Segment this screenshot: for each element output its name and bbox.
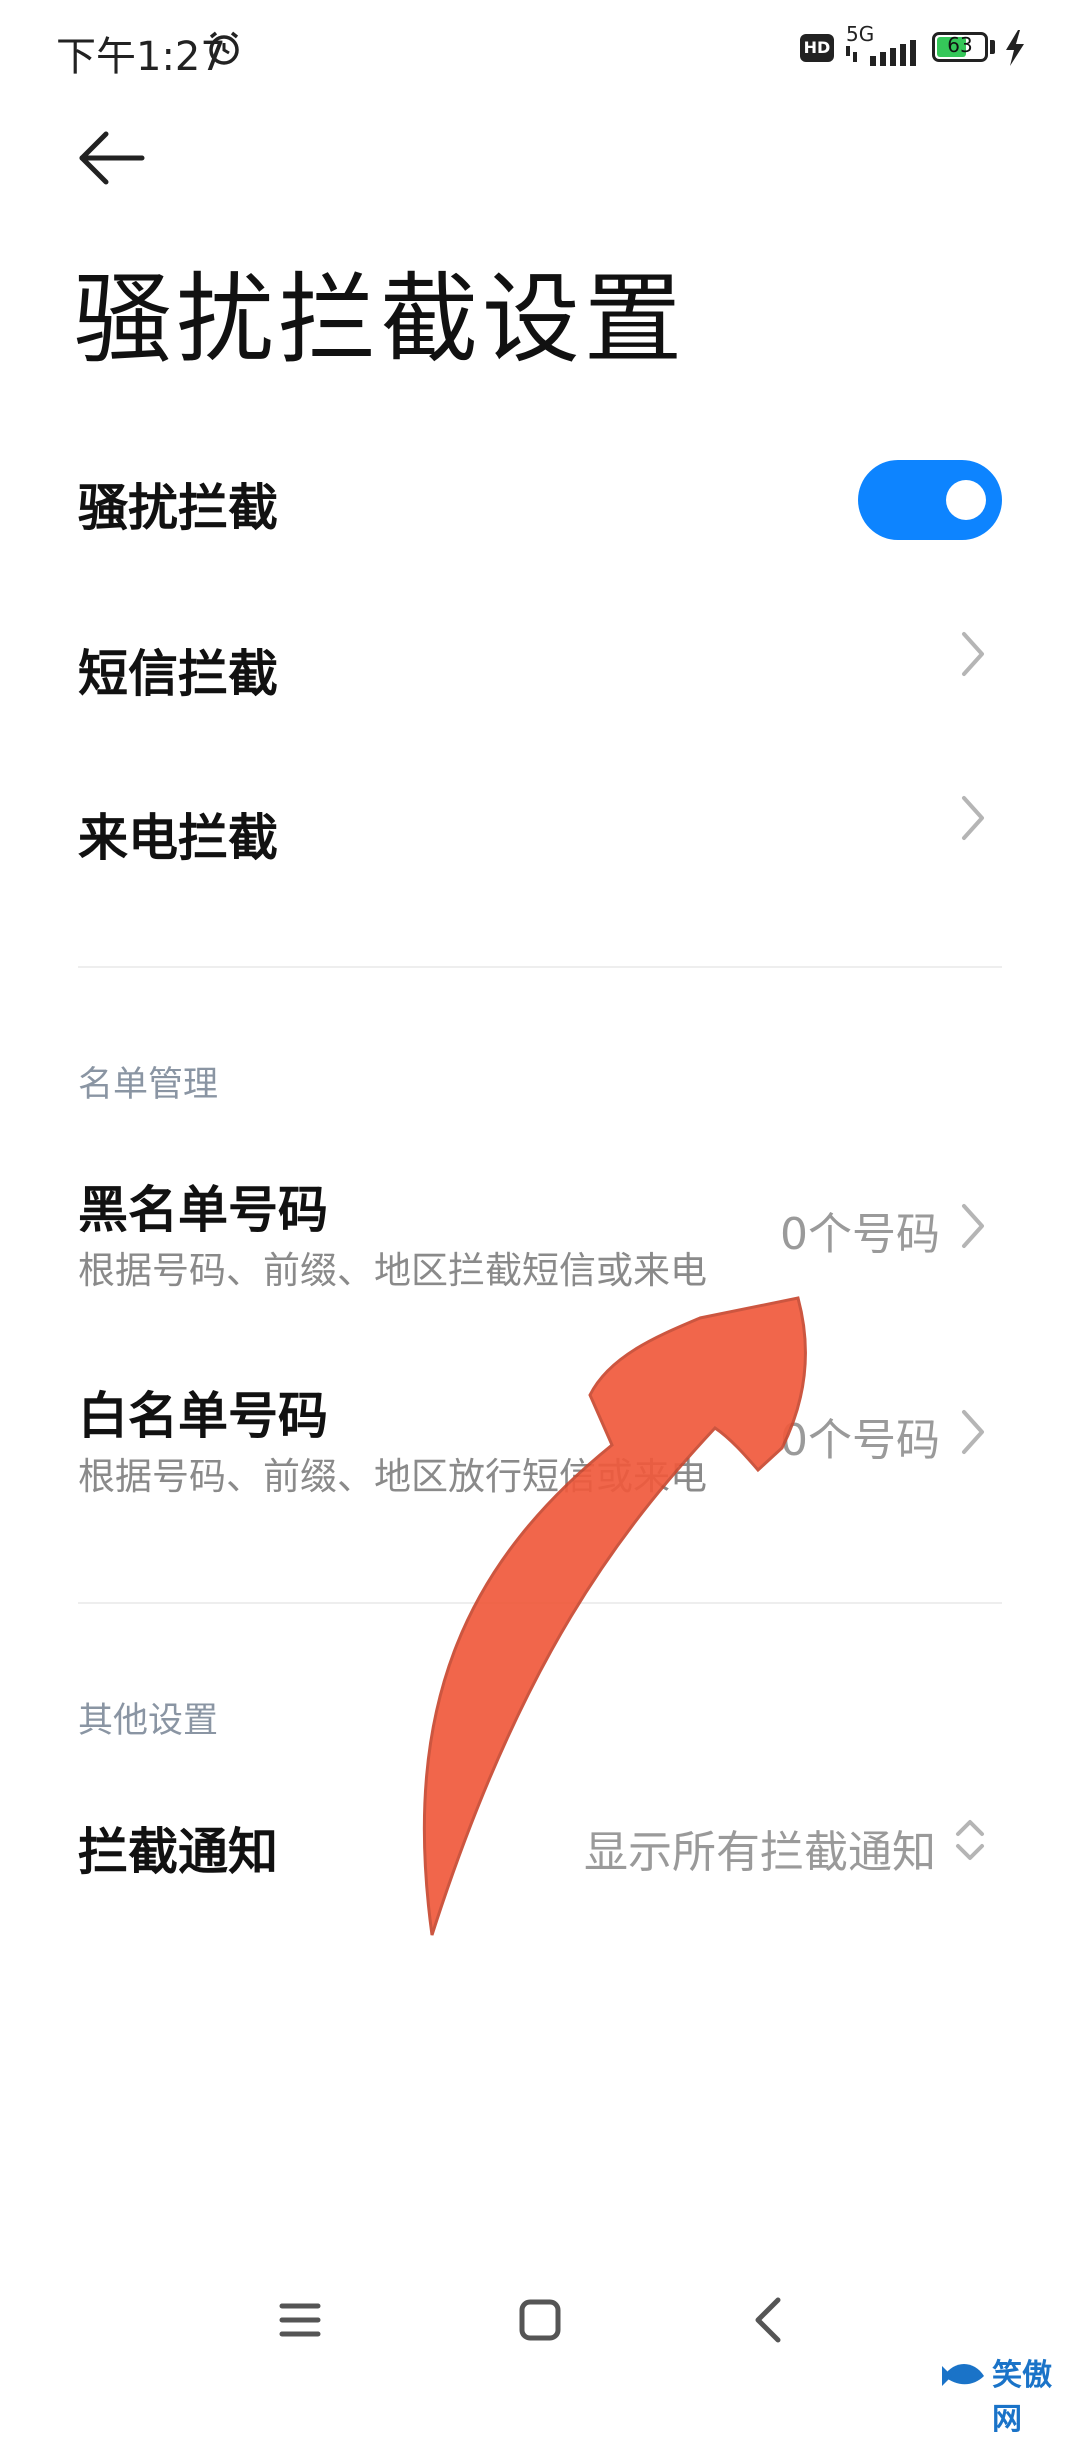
chevron-right-icon[interactable] <box>958 1200 988 1252</box>
battery-percent: 63 <box>947 33 973 57</box>
battery-icon: 63 <box>932 32 988 62</box>
whitelist-label[interactable]: 白名单号码 <box>78 1376 328 1448</box>
chevron-right-icon[interactable] <box>958 1406 988 1458</box>
back-icon[interactable] <box>740 2290 800 2350</box>
dropdown-updown-icon[interactable] <box>952 1814 988 1866</box>
chevron-right-icon[interactable] <box>958 628 988 680</box>
harassment-block-toggle[interactable] <box>858 460 1002 540</box>
home-icon[interactable] <box>510 2290 570 2350</box>
whitelist-count: 0个号码 <box>780 1415 940 1466</box>
back-arrow-icon[interactable] <box>76 128 148 188</box>
harassment-block-label: 骚扰拦截 <box>78 479 278 537</box>
page-title: 骚扰拦截设置 <box>74 263 687 377</box>
block-notification-label[interactable]: 拦截通知 <box>78 1812 278 1884</box>
section-title-other-settings: 其他设置 <box>78 1701 219 1741</box>
menu-icon[interactable] <box>270 2290 330 2350</box>
divider <box>78 1602 1002 1604</box>
status-time: 下午1:27 <box>56 34 226 80</box>
toggle-knob <box>946 480 986 520</box>
alarm-icon <box>209 31 239 65</box>
sms-block-label[interactable]: 短信拦截 <box>78 634 278 706</box>
chevron-right-icon[interactable] <box>958 792 988 844</box>
watermark-text: 笑傲网 <box>992 2358 1052 2437</box>
divider <box>78 966 1002 968</box>
section-title-list-management: 名单管理 <box>78 1065 219 1105</box>
watermark-logo <box>942 2364 984 2386</box>
blacklist-description: 根据号码、前缀、地区拦截短信或来电 <box>78 1249 707 1292</box>
blacklist-label[interactable]: 黑名单号码 <box>78 1170 328 1242</box>
charging-icon <box>1006 30 1024 66</box>
hd-badge: HD <box>800 34 834 62</box>
whitelist-description: 根据号码、前缀、地区放行短信或来电 <box>78 1455 707 1498</box>
signal-icon <box>846 40 916 66</box>
blacklist-count: 0个号码 <box>780 1209 940 1260</box>
block-notification-value[interactable]: 显示所有拦截通知 <box>560 1816 936 1880</box>
battery-tip <box>990 40 995 54</box>
call-block-label[interactable]: 来电拦截 <box>78 798 278 870</box>
